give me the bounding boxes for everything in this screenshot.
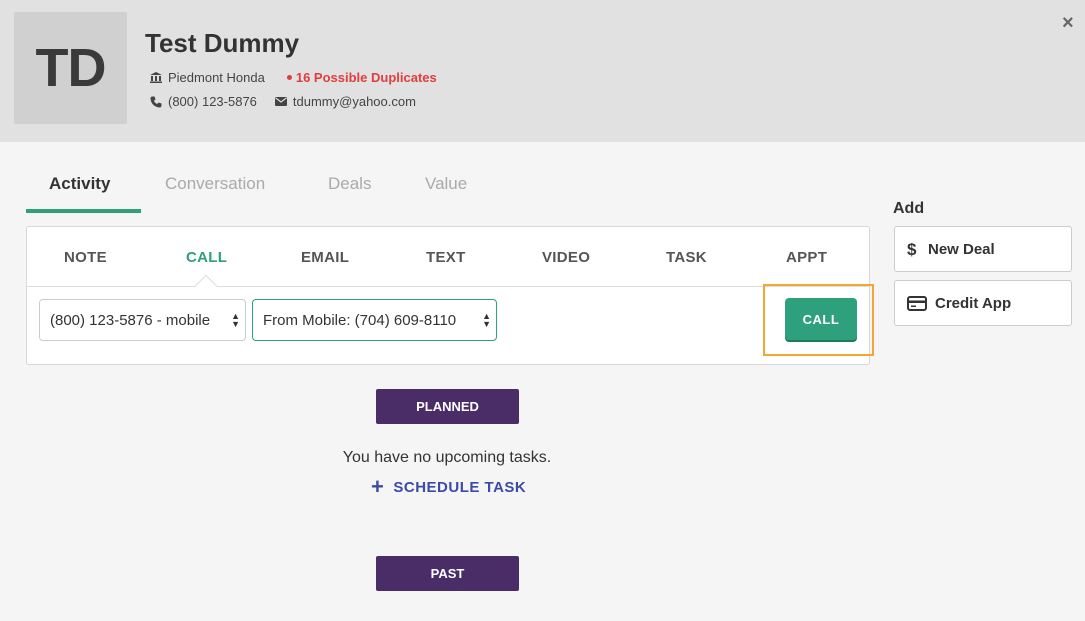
tab-call[interactable]: CALL <box>186 249 227 266</box>
duplicates-label: 16 Possible Duplicates <box>295 70 437 85</box>
add-section-title: Add <box>893 200 925 217</box>
duplicates-link[interactable]: 16 Possible Duplicates <box>286 70 437 85</box>
tab-activity[interactable]: Activity <box>26 168 165 194</box>
tab-video[interactable]: VIDEO <box>542 249 590 266</box>
contact-email[interactable]: tdummy@yahoo.com <box>293 94 416 109</box>
tab-text[interactable]: TEXT <box>426 249 466 266</box>
dealership-name: Piedmont Honda <box>168 70 265 85</box>
svg-text:$: $ <box>907 241 917 257</box>
phone-icon <box>150 96 162 108</box>
contact-meta-row-2: (800) 123-5876 tdummy@yahoo.com <box>150 94 416 109</box>
to-number-select[interactable]: (800) 123-5876 - mobile ▲ ▼ <box>39 299 246 341</box>
contact-phone[interactable]: (800) 123-5876 <box>168 94 257 109</box>
select-arrows-icon: ▲ ▼ <box>231 311 240 329</box>
no-tasks-message: You have no upcoming tasks. <box>342 449 552 466</box>
to-number-value: (800) 123-5876 - mobile <box>50 311 211 329</box>
schedule-task-label: SCHEDULE TASK <box>393 478 527 496</box>
new-deal-button[interactable]: $ New Deal <box>894 226 1072 272</box>
envelope-icon <box>274 97 287 106</box>
credit-app-label: Credit App <box>935 294 1012 312</box>
schedule-task-link[interactable]: + SCHEDULE TASK <box>371 474 527 499</box>
planned-section-label: PLANNED <box>376 389 519 424</box>
dot-icon <box>286 75 292 80</box>
tab-note[interactable]: NOTE <box>64 249 107 266</box>
dollar-icon: $ <box>907 241 918 257</box>
tab-appt[interactable]: APPT <box>786 249 827 266</box>
contact-tabs: Activity Conversation Deals Value <box>26 168 467 194</box>
active-tab-indicator <box>26 209 141 213</box>
credit-card-icon <box>907 295 927 311</box>
activity-type-tabs: NOTE CALL EMAIL TEXT VIDEO TASK APPT <box>27 227 869 287</box>
activity-composer: NOTE CALL EMAIL TEXT VIDEO TASK APPT (80… <box>26 226 870 365</box>
tab-deals[interactable]: Deals <box>328 168 425 194</box>
contact-meta-row-1: Piedmont Honda 16 Possible Duplicates <box>150 70 437 85</box>
close-icon[interactable]: × <box>1062 12 1074 35</box>
plus-icon: + <box>371 474 385 499</box>
tab-email[interactable]: EMAIL <box>301 249 349 266</box>
contact-header: TD Test Dummy Piedmont Honda 16 Possible… <box>0 0 1085 142</box>
tab-conversation[interactable]: Conversation <box>165 168 328 194</box>
call-button[interactable]: CALL <box>785 298 857 340</box>
contact-name: Test Dummy <box>145 28 300 58</box>
from-number-value: From Mobile: (704) 609-8110 <box>263 311 457 329</box>
past-section-label: PAST <box>376 556 519 591</box>
select-arrows-icon: ▲ ▼ <box>482 311 491 329</box>
tab-value[interactable]: Value <box>425 168 467 194</box>
bank-icon <box>150 72 162 83</box>
credit-app-button[interactable]: Credit App <box>894 280 1072 326</box>
from-number-select[interactable]: From Mobile: (704) 609-8110 ▲ ▼ <box>252 299 497 341</box>
avatar: TD <box>14 12 127 124</box>
tab-task[interactable]: TASK <box>666 249 707 266</box>
new-deal-label: New Deal <box>928 240 995 258</box>
